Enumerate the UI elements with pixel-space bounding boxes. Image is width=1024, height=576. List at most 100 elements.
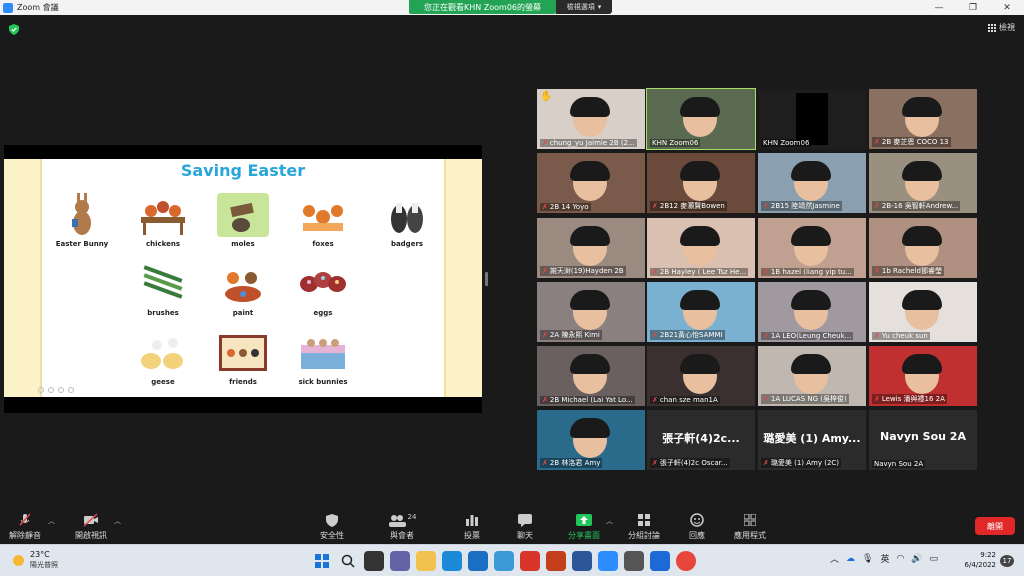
app-icon[interactable] [624, 551, 644, 571]
polls-button[interactable]: 投票 [447, 512, 497, 541]
clock-date: 6/4/2022 [964, 561, 996, 569]
breakout-rooms-icon [619, 512, 669, 528]
chevron-up-icon[interactable]: ︿ [830, 552, 839, 565]
participant-tile[interactable]: Navyn Sou 2A Navyn Sou 2A [869, 410, 977, 470]
slide-prev-icon[interactable] [38, 387, 44, 393]
participant-name-tag: ✗ 2B21黃心怡SAMMI [650, 330, 725, 340]
leave-meeting-button[interactable]: 離開 [975, 517, 1015, 535]
participant-tile[interactable]: ✗ 謝天澍(19)Hayden 2B [537, 218, 645, 278]
word-icon[interactable] [572, 551, 592, 571]
participant-name: 2B 麥芷恩 COCO 13 [881, 138, 949, 146]
participant-tile[interactable]: ✗ 2B 14 Yoyo [537, 153, 645, 213]
slide-zoom-icon[interactable] [58, 387, 64, 393]
view-button[interactable]: 檢視 [988, 22, 1015, 33]
maximize-button[interactable]: ❐ [956, 0, 990, 15]
splitter-handle[interactable] [485, 272, 488, 286]
breakout-rooms-button[interactable]: 分組討論 [619, 512, 669, 541]
view-options-button[interactable]: 檢視選項 ▾ [556, 0, 612, 14]
audio-options-caret[interactable]: ︿ [48, 516, 55, 526]
video-off-icon [66, 512, 116, 528]
teams-chat-icon[interactable] [390, 551, 410, 571]
participant-tile[interactable]: ✗ 2A 陳永熙 Kimi [537, 282, 645, 342]
store-icon[interactable] [468, 551, 488, 571]
zoom-taskbar-icon[interactable] [598, 551, 618, 571]
participant-tile[interactable]: ✗ 1b Racheld鄧睿瑩 [869, 218, 977, 278]
participant-name-tag: KHN Zoom06 [650, 139, 701, 147]
reactions-button[interactable]: 回應 [672, 512, 722, 541]
weather-widget[interactable]: 23°C 陽光普照 [13, 550, 58, 570]
participant-tile[interactable]: KHN Zoom06 [646, 88, 756, 150]
participant-tile[interactable]: ✗ 1B hazel (liang yip tu... [758, 218, 866, 278]
participant-tile[interactable]: ✗ 2B 麥芷恩 COCO 13 [869, 89, 977, 149]
participant-tile[interactable]: ✗ Lewis 潘與禮16 2A [869, 346, 977, 406]
close-button[interactable]: ✕ [990, 0, 1024, 15]
participant-tile[interactable]: ✗ 2B 林洛君 Amy [537, 410, 645, 470]
mic-icon[interactable]: 🎙 [862, 554, 873, 564]
participant-tile[interactable]: ✋ ✗ chung_yu Jaimie 2B (2... [537, 89, 645, 149]
participant-tile[interactable]: ✗ 2B Hayley ( Lee Tsz He... [647, 218, 755, 278]
participant-name: KHN Zoom06 [652, 139, 699, 147]
slide-next-icon[interactable] [68, 387, 74, 393]
chat-button[interactable]: 聊天 [500, 512, 550, 541]
volume-icon[interactable]: 🔊 [911, 554, 922, 564]
participant-tile[interactable]: ✗ 2B Michael (Lai Yat Lo... [537, 346, 645, 406]
unmute-button[interactable]: 解除靜音 [0, 512, 50, 541]
participant-tile[interactable]: ✗ 2B-16 吳智軒Andrew... [869, 153, 977, 213]
wifi-icon[interactable]: ◠ [896, 554, 904, 564]
participant-tile[interactable]: ✗ 2B21黃心怡SAMMI [647, 282, 755, 342]
security-button[interactable]: 安全性 [307, 512, 357, 541]
participants-count: 24 [407, 513, 417, 521]
start-video-button[interactable]: 開啟視訊 [66, 512, 116, 541]
participant-name: 1A LEO(Leung Cheuk... [770, 332, 852, 340]
battery-icon[interactable]: ▭ [930, 554, 939, 564]
muted-mic-icon: ✗ [652, 202, 658, 210]
app-icon[interactable] [650, 551, 670, 571]
edge-browser-icon[interactable] [442, 551, 462, 571]
participant-tile[interactable]: ✗ 2B12 麥灝賢Bowen [647, 153, 755, 213]
ime-indicator[interactable]: 英 [880, 552, 889, 565]
apps-button[interactable]: 應用程式 [725, 512, 775, 541]
notification-badge[interactable]: 17 [1000, 555, 1014, 567]
windows-taskbar: 23°C 陽光普照 ︿ ☁ 🎙 英 ◠ 🔊 ▭ 9:22 6/4/2022 17 [0, 544, 1024, 576]
security-shield-icon[interactable] [9, 24, 19, 35]
muted-mic-icon: ✗ [652, 268, 658, 276]
participant-tile[interactable]: ✗ 1A LEO(Leung Cheuk... [758, 282, 866, 342]
minimize-button[interactable]: — [922, 0, 956, 15]
slide-item-label: Easter Bunny [55, 240, 109, 248]
shared-screen[interactable]: Saving Easter Easter Bunny chickens mole… [4, 145, 482, 413]
participants-button[interactable]: 24 與會者 [377, 512, 427, 541]
slide-controls[interactable] [38, 387, 74, 393]
participant-tile[interactable]: 張子軒(4)2c... ✗ 張子軒(4)2c Oscar... [647, 410, 755, 470]
clock[interactable]: 9:22 6/4/2022 [962, 550, 996, 570]
participant-tile[interactable]: ✗ 1A LUCAS NG (吳梓俊) [758, 346, 866, 406]
participant-tile[interactable]: 璐愛美 (1) Amy... ✗ 璐愛美 (1) Amy (2C) [758, 410, 866, 470]
participant-name: 2B Hayley ( Lee Tsz He... [659, 268, 747, 276]
participant-name-tag: Navyn Sou 2A [872, 460, 926, 468]
slide-item-label: badgers [390, 240, 424, 248]
mcafee-icon[interactable] [520, 551, 540, 571]
participant-tile[interactable]: ✗ chan sze man1A [647, 346, 755, 406]
windows-start-icon[interactable] [312, 551, 332, 571]
powerpoint-icon[interactable] [546, 551, 566, 571]
chickens-picture [137, 193, 189, 237]
eggs-picture [297, 262, 349, 306]
slide-item-brushes: brushes [124, 262, 202, 317]
participant-tile[interactable]: ✗ 2B15 陸靖然Jasmine [758, 153, 866, 213]
task-view-icon[interactable] [364, 551, 384, 571]
brushes-picture [137, 262, 189, 306]
participant-tile[interactable]: ✗ Yu cheuk sun [869, 282, 977, 342]
search-icon[interactable] [338, 551, 358, 571]
file-explorer-icon[interactable] [416, 551, 436, 571]
chrome-icon[interactable] [676, 551, 696, 571]
sun-icon [13, 554, 24, 566]
chat-label: 聊天 [517, 531, 533, 540]
muted-mic-icon: ✗ [763, 459, 769, 467]
share-options-caret[interactable]: ︿ [606, 516, 613, 526]
chat-icon [500, 512, 550, 528]
onedrive-icon[interactable]: ☁ [846, 554, 855, 564]
share-screen-button[interactable]: 分享畫面 [559, 512, 609, 541]
video-options-caret[interactable]: ︿ [114, 516, 121, 526]
participant-tile[interactable]: KHN Zoom06 [758, 89, 866, 149]
app-icon[interactable] [494, 551, 514, 571]
slide-menu-icon[interactable] [48, 387, 54, 393]
